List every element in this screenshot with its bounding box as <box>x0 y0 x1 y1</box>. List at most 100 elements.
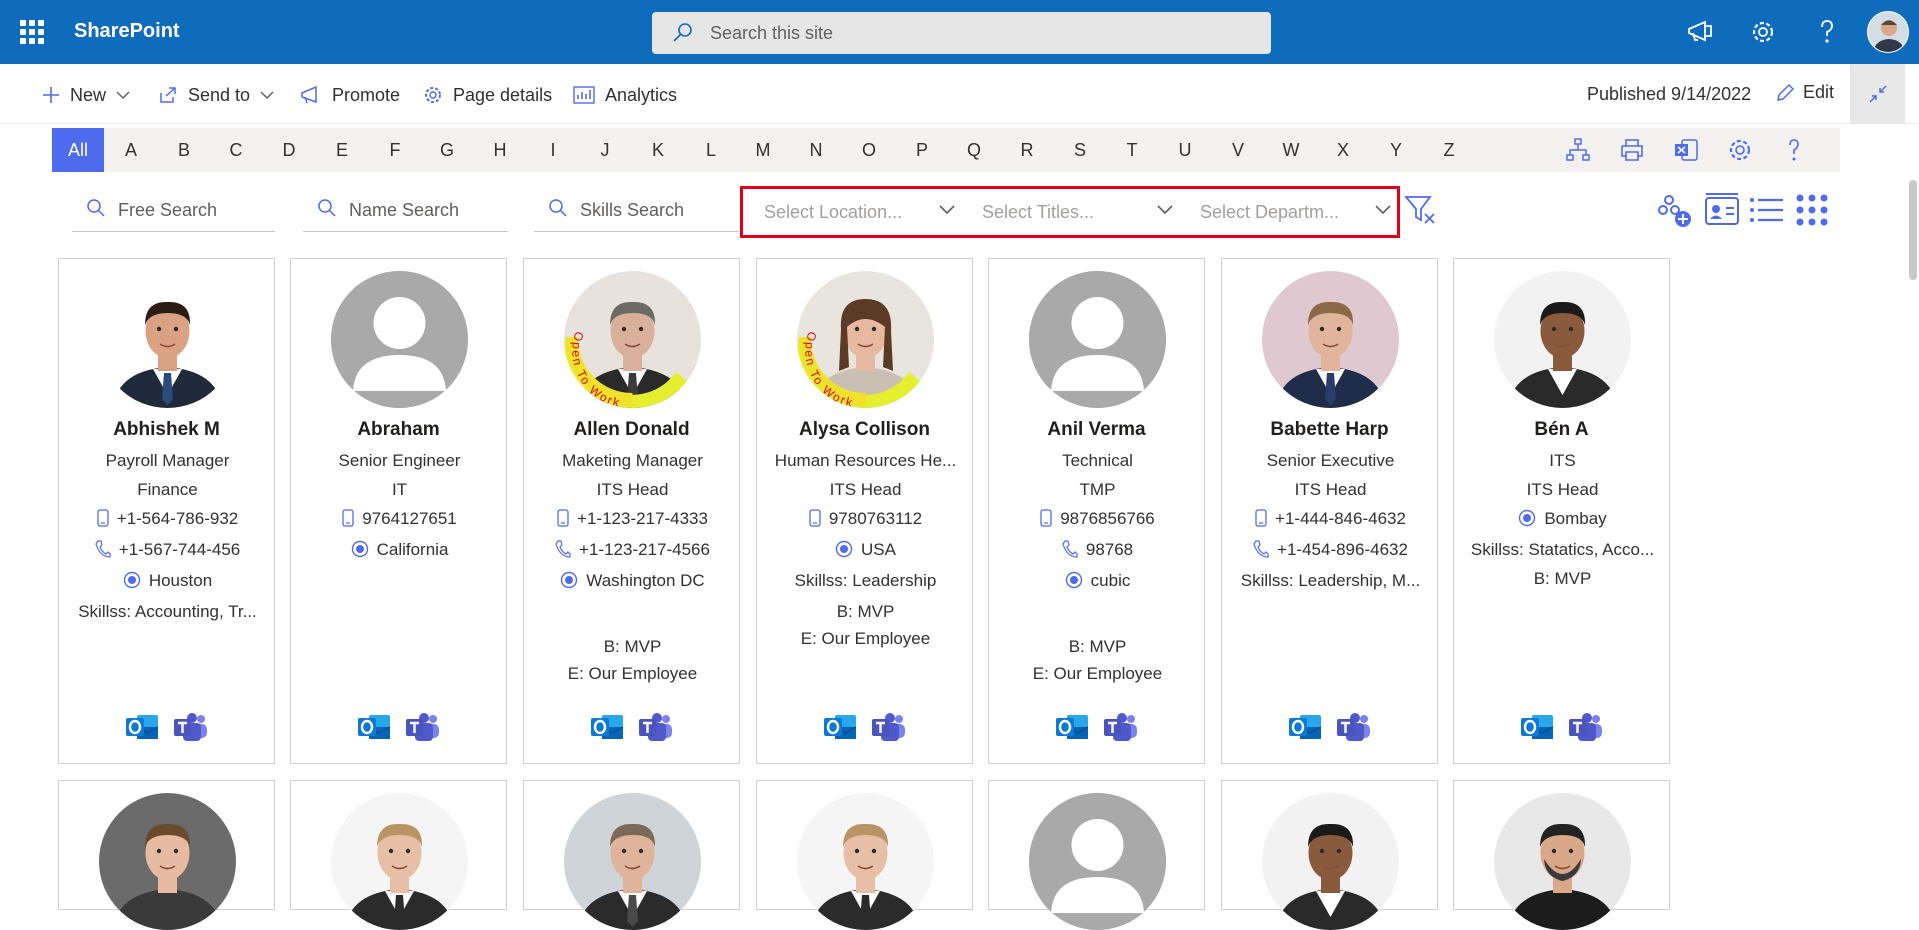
alphabet-filter-d[interactable]: D <box>263 128 315 172</box>
clear-filter-icon[interactable] <box>1403 192 1437 226</box>
teams-icon[interactable] <box>1103 711 1139 743</box>
person-card[interactable] <box>1221 780 1438 930</box>
grid-view-icon[interactable] <box>1792 190 1832 230</box>
excel-export-icon[interactable] <box>1672 136 1700 164</box>
alphabet-filter-v[interactable]: V <box>1212 128 1264 172</box>
analytics-button[interactable]: Analytics <box>573 82 677 108</box>
person-card[interactable]: Open To Work Alysa Collison Human Resource… <box>756 258 973 764</box>
alphabet-filter-s[interactable]: S <box>1054 128 1106 172</box>
site-search-box[interactable]: Search this site <box>652 12 1271 54</box>
outlook-icon[interactable] <box>125 711 159 743</box>
alphabet-filter-m[interactable]: M <box>737 128 789 172</box>
alphabet-filter-a[interactable]: A <box>105 128 157 172</box>
alphabet-filter-j[interactable]: J <box>579 128 631 172</box>
settings-icon[interactable] <box>1748 17 1778 47</box>
free-search-input[interactable]: Free Search <box>72 186 275 232</box>
app-launcher-icon[interactable] <box>20 20 44 44</box>
help-icon[interactable] <box>1812 17 1842 47</box>
name-search-input[interactable]: Name Search <box>303 186 508 232</box>
person-name[interactable]: Allen Donald <box>524 419 739 441</box>
settings-icon[interactable] <box>1726 136 1754 164</box>
alphabet-filter-g[interactable]: G <box>421 128 473 172</box>
edit-button[interactable]: Edit <box>1775 82 1834 103</box>
alphabet-filter-t[interactable]: T <box>1106 128 1158 172</box>
org-chart-icon[interactable] <box>1564 136 1592 164</box>
teams-icon[interactable] <box>1568 711 1604 743</box>
help-icon[interactable] <box>1780 136 1808 164</box>
person-card[interactable] <box>523 780 740 930</box>
outlook-icon[interactable] <box>1288 711 1322 743</box>
profile-photo[interactable] <box>1029 793 1166 930</box>
alphabet-filter-n[interactable]: N <box>790 128 842 172</box>
skills-search-input[interactable]: Skills Search <box>534 186 739 232</box>
person-name[interactable]: Anil Verma <box>989 419 1204 441</box>
print-icon[interactable] <box>1618 136 1646 164</box>
alphabet-filter-x[interactable]: X <box>1317 128 1369 172</box>
alphabet-filter-q[interactable]: Q <box>948 128 1000 172</box>
alphabet-filter-all[interactable]: All <box>52 128 104 172</box>
person-name[interactable]: Babette Harp <box>1222 419 1437 441</box>
person-name[interactable]: Bén A <box>1454 419 1669 441</box>
person-card[interactable] <box>756 780 973 930</box>
vertical-scrollbar[interactable] <box>1909 180 1917 280</box>
profile-photo[interactable] <box>1494 271 1631 408</box>
profile-photo[interactable]: Open To Work <box>564 271 701 408</box>
profile-photo[interactable]: Open To Work <box>797 271 934 408</box>
collapse-button[interactable] <box>1850 64 1905 124</box>
teams-icon[interactable] <box>871 711 907 743</box>
alphabet-filter-i[interactable]: I <box>527 128 579 172</box>
alphabet-filter-k[interactable]: K <box>632 128 684 172</box>
person-card[interactable]: Abraham Senior Engineer IT 9764127651 Califo… <box>290 258 507 764</box>
alphabet-filter-l[interactable]: L <box>685 128 737 172</box>
outlook-icon[interactable] <box>590 711 624 743</box>
person-card[interactable]: Abhishek M Payroll Manager Finance +1-564-7… <box>58 258 275 764</box>
teams-icon[interactable] <box>638 711 674 743</box>
profile-photo[interactable] <box>1494 793 1631 930</box>
profile-photo[interactable] <box>1262 793 1399 930</box>
user-avatar[interactable] <box>1867 11 1909 53</box>
outlook-icon[interactable] <box>357 711 391 743</box>
alphabet-filter-p[interactable]: P <box>896 128 948 172</box>
alphabet-filter-c[interactable]: C <box>210 128 262 172</box>
profile-photo[interactable] <box>797 793 934 930</box>
alphabet-filter-z[interactable]: Z <box>1423 128 1475 172</box>
location-dropdown[interactable]: Select Location... <box>764 202 964 226</box>
card-view-icon[interactable] <box>1702 190 1742 230</box>
person-card[interactable] <box>1453 780 1670 930</box>
add-person-icon[interactable] <box>1655 190 1695 230</box>
department-dropdown[interactable]: Select Departm... <box>1200 202 1400 226</box>
profile-photo[interactable] <box>331 271 468 408</box>
person-card[interactable] <box>988 780 1205 930</box>
profile-photo[interactable] <box>99 793 236 930</box>
person-name[interactable]: Abraham <box>291 419 506 441</box>
profile-photo[interactable] <box>99 271 236 408</box>
profile-photo[interactable] <box>331 793 468 930</box>
list-view-icon[interactable] <box>1747 190 1787 230</box>
teams-icon[interactable] <box>1336 711 1372 743</box>
person-card[interactable]: Open To Work Allen Donald Maketing Manager… <box>523 258 740 764</box>
profile-photo[interactable] <box>564 793 701 930</box>
teams-icon[interactable] <box>405 711 441 743</box>
alphabet-filter-h[interactable]: H <box>474 128 526 172</box>
person-card[interactable] <box>290 780 507 930</box>
page-details-button[interactable]: Page details <box>423 82 552 108</box>
alphabet-filter-u[interactable]: U <box>1159 128 1211 172</box>
person-card[interactable]: Bén A ITS ITS Head Bombay Skillss: Statatics… <box>1453 258 1670 764</box>
person-name[interactable]: Alysa Collison <box>757 419 972 441</box>
alphabet-filter-r[interactable]: R <box>1001 128 1053 172</box>
alphabet-filter-w[interactable]: W <box>1265 128 1317 172</box>
person-card[interactable]: Anil Verma Technical TMP 9876856766 98768 cub… <box>988 258 1205 764</box>
person-card[interactable] <box>58 780 275 930</box>
titles-dropdown[interactable]: Select Titles... <box>982 202 1182 226</box>
alphabet-filter-b[interactable]: B <box>158 128 210 172</box>
person-name[interactable]: Abhishek M <box>59 419 274 441</box>
alphabet-filter-e[interactable]: E <box>316 128 368 172</box>
profile-photo[interactable] <box>1029 271 1166 408</box>
alphabet-filter-o[interactable]: O <box>843 128 895 172</box>
megaphone-icon[interactable] <box>1685 17 1715 47</box>
outlook-icon[interactable] <box>1055 711 1089 743</box>
outlook-icon[interactable] <box>1520 711 1554 743</box>
teams-icon[interactable] <box>173 711 209 743</box>
new-button[interactable]: New <box>42 82 130 108</box>
send-to-button[interactable]: Send to <box>158 82 274 108</box>
